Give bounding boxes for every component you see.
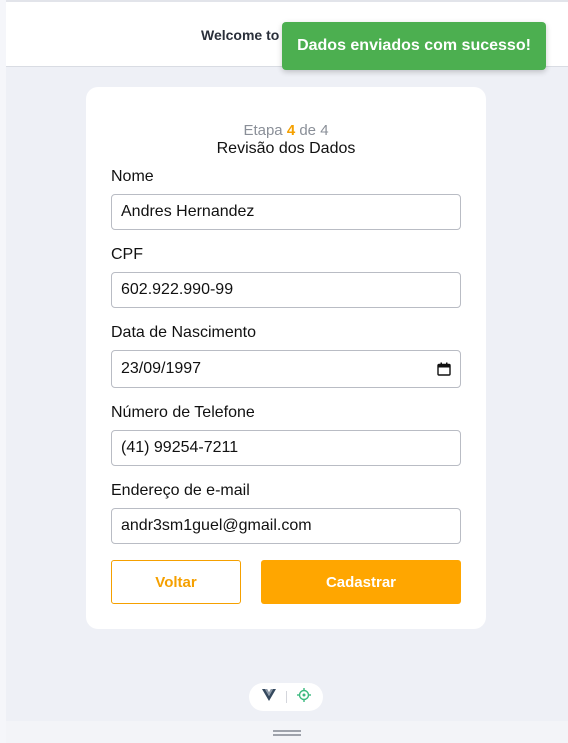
step-title: Revisão dos Dados: [216, 140, 356, 157]
form-card: Etapa 4 de 4 Revisão dos Dados Nome CPF …: [86, 87, 486, 629]
header-title: Welcome to: [201, 27, 280, 43]
target-icon[interactable]: [296, 687, 311, 707]
name-label: Nome: [111, 168, 154, 185]
name-input[interactable]: [111, 194, 461, 230]
cpf-label: CPF: [111, 246, 143, 263]
step-total: de 4: [299, 122, 329, 139]
step-current: 4: [286, 122, 296, 139]
submit-button[interactable]: Cadastrar: [261, 560, 461, 604]
birthdate-label: Data de Nascimento: [111, 324, 256, 341]
birthdate-value: 23/09/1997: [121, 360, 202, 377]
phone-label: Número de Telefone: [111, 404, 255, 421]
window-left-edge: [0, 0, 6, 743]
back-button[interactable]: Voltar: [111, 560, 241, 604]
email-input[interactable]: [111, 508, 461, 544]
toolbar-divider: [285, 691, 287, 703]
step-indicator: Etapa 4 de 4: [86, 122, 486, 139]
cpf-input[interactable]: [111, 272, 461, 308]
phone-input[interactable]: [111, 430, 461, 466]
email-label: Endereço de e-mail: [111, 482, 250, 499]
birthdate-input[interactable]: 23/09/1997: [111, 350, 461, 388]
devtools-toolbar[interactable]: [249, 683, 323, 711]
resize-handle[interactable]: [273, 730, 301, 736]
vue-logo-icon[interactable]: [261, 688, 276, 706]
calendar-icon[interactable]: [437, 362, 451, 376]
step-prefix: Etapa: [243, 122, 283, 139]
success-toast[interactable]: Dados enviados com sucesso!: [282, 22, 546, 70]
